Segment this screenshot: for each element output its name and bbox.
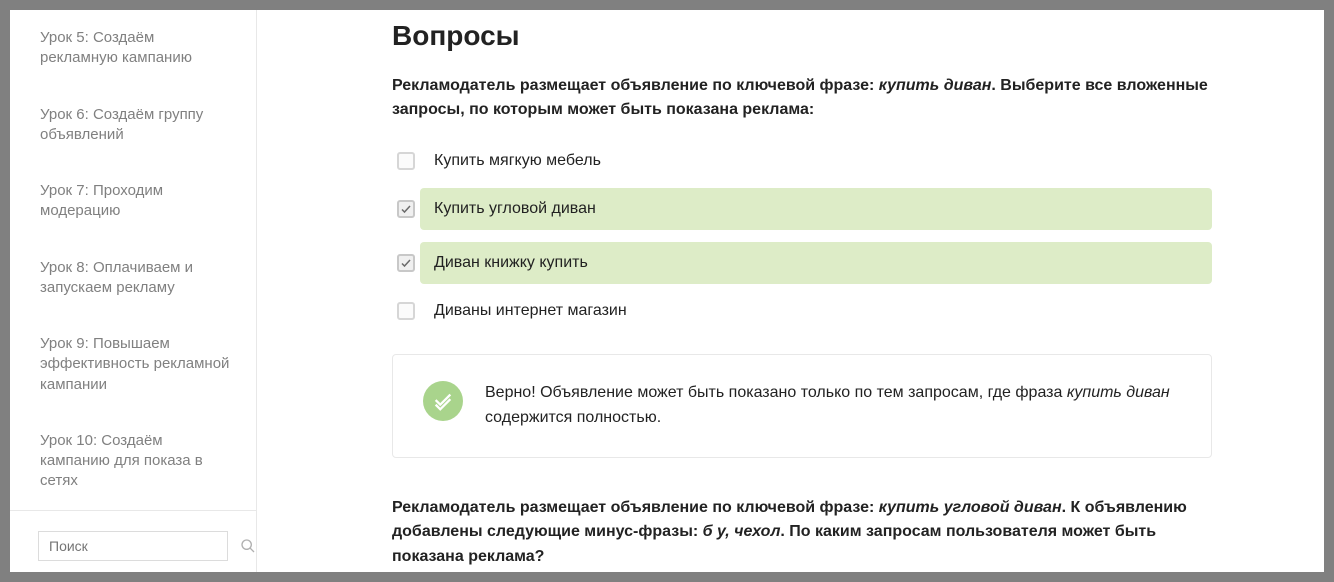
feedback-box: Верно! Объявление может быть показано то… [392, 354, 1212, 458]
question-2-text: Рекламодатель размещает объявление по кл… [392, 496, 1212, 570]
checkbox-icon[interactable] [397, 302, 415, 320]
sidebar-search-area [10, 511, 256, 573]
search-box [38, 531, 228, 561]
option-3-label: Диван книжку купить [420, 242, 1212, 284]
option-2[interactable]: Купить угловой диван [392, 188, 1212, 230]
option-3[interactable]: Диван книжку купить [392, 242, 1212, 284]
feedback-prefix: Верно! Объявление может быть показано то… [485, 384, 1067, 401]
search-icon[interactable] [240, 538, 256, 554]
option-4-label: Диваны интернет магазин [420, 296, 1212, 326]
option-1[interactable]: Купить мягкую мебель [392, 146, 1212, 176]
sidebar: Урок 5: Создаём рекламную кампанию Урок … [10, 10, 257, 572]
sidebar-item-lesson-10[interactable]: Урок 10: Создаём кампанию для показа в с… [10, 413, 256, 510]
feedback-suffix: содержится полностью. [485, 409, 661, 426]
sidebar-item-lesson-6[interactable]: Урок 6: Создаём группу объявлений [10, 87, 256, 164]
app-container: Урок 5: Создаём рекламную кампанию Урок … [10, 10, 1324, 572]
q2-phrase-1: купить угловой диван [879, 499, 1062, 516]
page-heading: Вопросы [392, 20, 1212, 52]
correct-icon [423, 381, 463, 421]
option-2-label: Купить угловой диван [420, 188, 1212, 230]
q2-t1: Рекламодатель размещает объявление по кл… [392, 499, 879, 516]
checkbox-checked-icon[interactable] [397, 254, 415, 272]
option-4[interactable]: Диваны интернет магазин [392, 296, 1212, 326]
sidebar-item-lesson-8[interactable]: Урок 8: Оплачиваем и запускаем рекламу [10, 240, 256, 317]
question-1-phrase: купить диван [879, 77, 992, 94]
question-1-options: Купить мягкую мебель Купить угловой дива… [392, 146, 1212, 326]
sidebar-item-lesson-5[interactable]: Урок 5: Создаём рекламную кампанию [10, 10, 256, 87]
feedback-phrase: купить диван [1067, 384, 1170, 401]
feedback-text: Верно! Объявление может быть показано то… [485, 381, 1181, 431]
option-1-label: Купить мягкую мебель [420, 146, 1212, 176]
sidebar-item-lesson-7[interactable]: Урок 7: Проходим модерацию [10, 163, 256, 240]
search-input[interactable] [39, 538, 240, 554]
sidebar-items: Урок 5: Создаём рекламную кампанию Урок … [10, 10, 256, 511]
q2-phrase-2: б у, чехол [703, 523, 781, 540]
checkbox-icon[interactable] [397, 152, 415, 170]
sidebar-item-lesson-9[interactable]: Урок 9: Повышаем эффективность рекламной… [10, 316, 256, 413]
main-content: Вопросы Рекламодатель размещает объявлен… [257, 10, 1324, 572]
question-1-prefix: Рекламодатель размещает объявление по кл… [392, 77, 879, 94]
checkbox-checked-icon[interactable] [397, 200, 415, 218]
question-1-text: Рекламодатель размещает объявление по кл… [392, 74, 1212, 122]
